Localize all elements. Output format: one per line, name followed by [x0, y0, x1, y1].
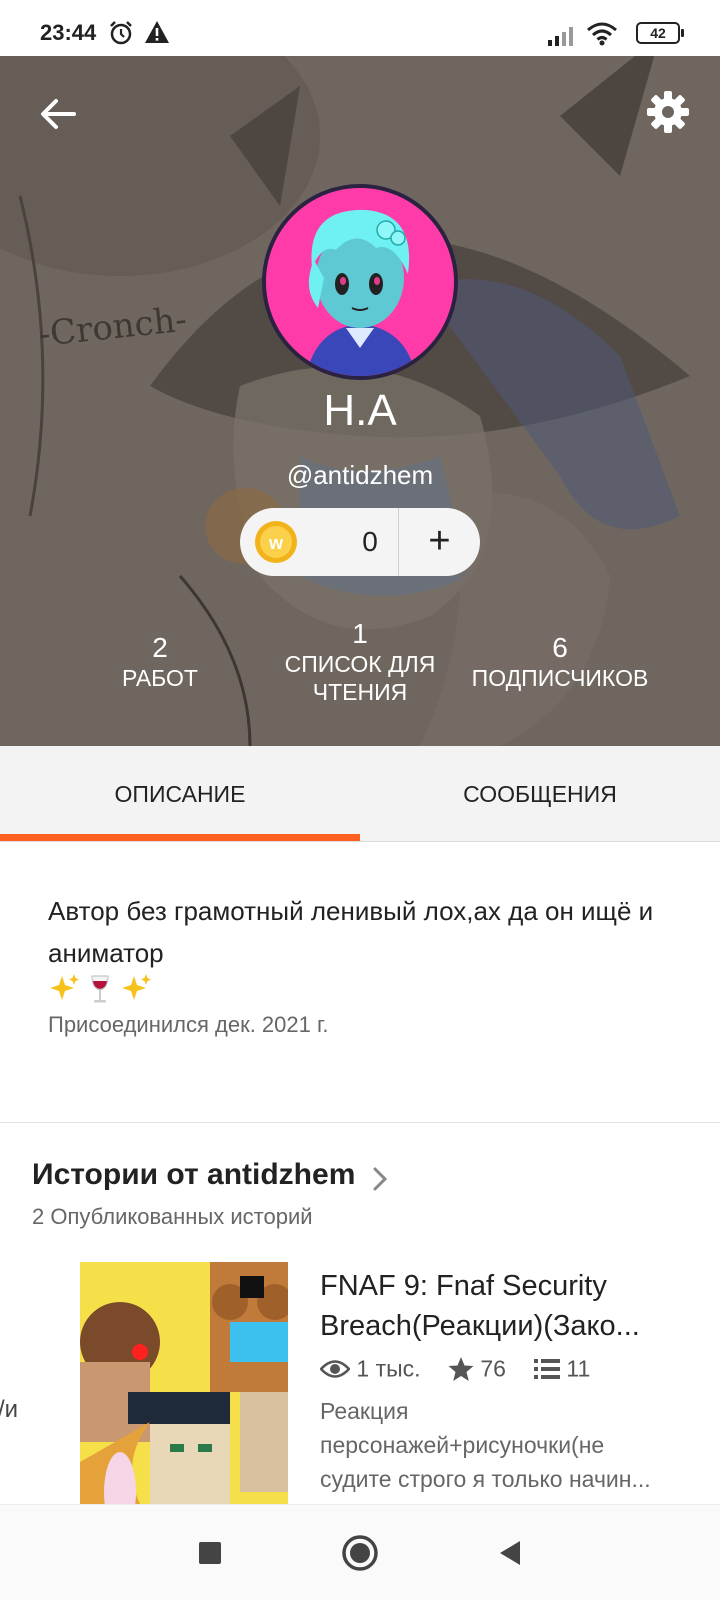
story-description-line1: Реакция: [320, 1398, 409, 1424]
stat-followers-value: 6: [552, 632, 568, 663]
stories-section-title[interactable]: Истории от antidzhem: [32, 1158, 355, 1192]
story-reads-value: 1 тыс.: [356, 1355, 421, 1382]
story-parts-value: 11: [566, 1355, 591, 1382]
story-reads: 1 тыс.: [319, 1354, 421, 1382]
back-triangle-icon[interactable]: [490, 1533, 530, 1573]
stories-count: 2 Опубликованных историй: [32, 1204, 313, 1229]
profile-name: Н.А: [323, 386, 397, 435]
status-time: 23:44: [40, 20, 97, 45]
star-icon: [448, 1356, 474, 1381]
avatar-image: [266, 188, 454, 376]
status-bar: 23:44 42: [0, 0, 720, 56]
story-cover-image[interactable]: [80, 1262, 288, 1504]
alarm-icon: [110, 21, 132, 45]
stat-works-label: РАБОТ: [122, 665, 198, 691]
story-description-line2: персонажей+рисуночки(не: [320, 1432, 605, 1458]
joined-date: Присоединился дек. 2021 г.: [48, 1012, 329, 1037]
tab-messages[interactable]: СООБЩЕНИЯ: [360, 746, 720, 842]
profile-tabs: ОПИСАНИЕ СООБЩЕНИЯ: [0, 746, 720, 842]
active-tab-indicator: [0, 834, 360, 841]
stat-reading-lists-label-line1: СПИСОК ДЛЯ: [284, 651, 436, 677]
coin-icon: w: [255, 521, 297, 563]
sparkles-wine-emoji-icon: [50, 974, 151, 1003]
stat-works-value: 2: [152, 632, 168, 663]
story-title[interactable]: FNAF 9: Fnaf Security Breach(Реакции)(За…: [320, 1266, 690, 1346]
system-navigation-bar: [0, 1504, 720, 1600]
eye-icon: [319, 1360, 351, 1378]
previous-card-cut-text: /и: [0, 1396, 19, 1423]
profile-header: -Cronch- Н.А @antidzhem w 0 + 2 РАБОТ 1 …: [0, 56, 720, 746]
story-votes-value: 76: [480, 1355, 506, 1382]
wifi-icon: [587, 22, 617, 46]
stat-followers-label: ПОДПИСЧИКОВ: [471, 665, 649, 691]
home-circle-icon[interactable]: [340, 1533, 380, 1573]
back-button[interactable]: [36, 92, 80, 136]
chevron-right-icon[interactable]: [372, 1166, 388, 1192]
story-description: Реакция персонажей+рисуночки(не судите с…: [320, 1394, 690, 1496]
story-votes: 76: [448, 1354, 506, 1382]
description-emojis: [48, 972, 158, 1008]
tab-about[interactable]: ОПИСАНИЕ: [0, 746, 360, 842]
svg-text:w: w: [268, 533, 284, 553]
signal-icon: [548, 27, 573, 46]
recents-square-icon[interactable]: [190, 1533, 230, 1573]
stat-reading-lists-label-line2: ЧТЕНИЯ: [312, 679, 408, 705]
add-coins-button[interactable]: +: [399, 508, 480, 576]
list-icon: [534, 1358, 560, 1379]
profile-avatar[interactable]: [262, 184, 458, 380]
stat-reading-lists[interactable]: 1 СПИСОК ДЛЯ ЧТЕНИЯ: [260, 618, 460, 706]
profile-username: @antidzhem: [286, 460, 434, 490]
settings-gear-icon[interactable]: [644, 88, 692, 136]
story-cover-art: [80, 1262, 288, 1504]
warning-icon: [145, 21, 169, 43]
section-divider: [0, 1122, 720, 1123]
profile-description: Автор без грамотный ленивый лох,ах да он…: [48, 896, 654, 968]
story-title-line2: Breach(Реакции)(Зако...: [320, 1310, 640, 1342]
coin-balance: w 0 +: [240, 508, 480, 576]
story-title-line1: FNAF 9: Fnaf Security: [320, 1270, 607, 1302]
stat-reading-lists-value: 1: [352, 618, 368, 649]
stat-works[interactable]: 2 РАБОТ: [60, 632, 260, 692]
stat-followers[interactable]: 6 ПОДПИСЧИКОВ: [460, 632, 660, 692]
story-description-line3: судите строго я только начин...: [320, 1466, 651, 1492]
battery-icon: 42: [636, 22, 684, 44]
story-parts: 11: [534, 1354, 590, 1382]
